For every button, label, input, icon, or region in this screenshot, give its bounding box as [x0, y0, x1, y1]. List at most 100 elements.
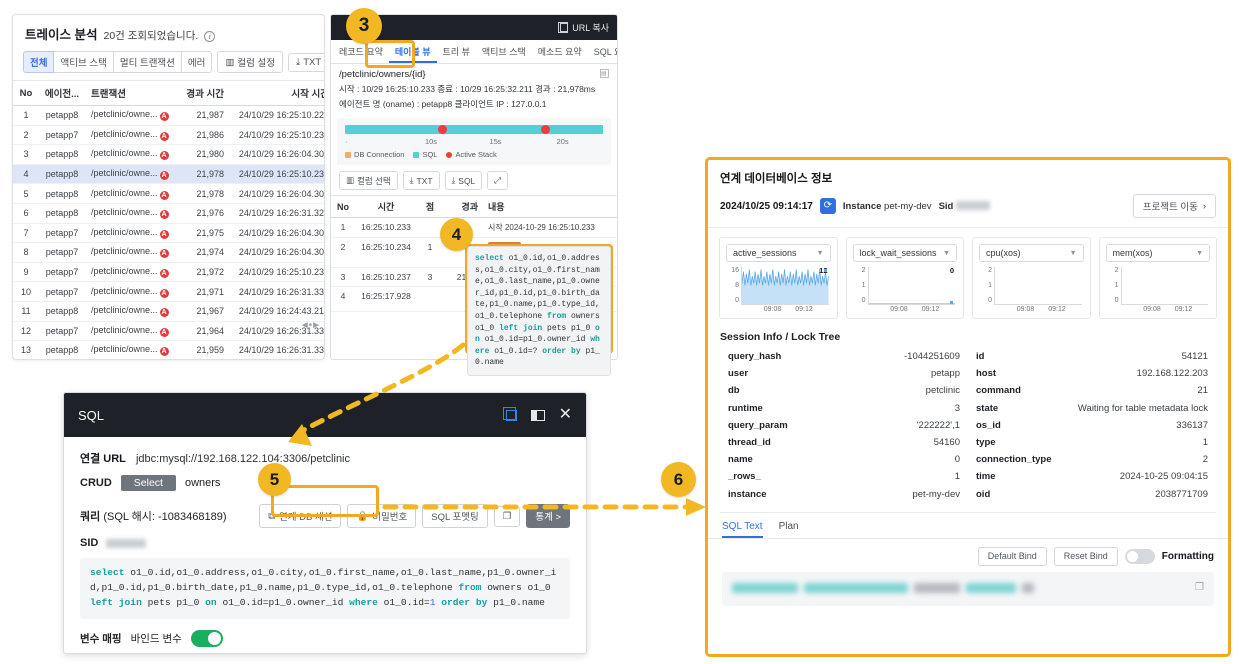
detail-export-txt-button[interactable]: ⤓ TXT — [402, 171, 440, 190]
error-icon[interactable]: A — [159, 288, 169, 298]
timeline-bar[interactable] — [345, 125, 603, 134]
table-row[interactable]: 5 petapp8/petclinic/owne... A 21,978 24/10/2… — [13, 183, 324, 204]
detail-tab-bar: 레코드 요약테이블 뷰트리 뷰액티브 스택메소드 요약SQL 요약HTTP Ca… — [331, 40, 617, 64]
detail-expand-button[interactable]: ⤢ — [487, 171, 509, 190]
error-icon[interactable]: A — [159, 327, 169, 337]
tab-1[interactable]: 테이블 뷰 — [388, 45, 437, 63]
metric-select-label: active_sessions — [733, 248, 797, 258]
error-icon[interactable]: A — [159, 171, 169, 181]
resize-handle-icon[interactable]: ◄•► — [300, 320, 321, 331]
export-txt-button[interactable]: ⤓ TXT — [288, 52, 324, 72]
table-row[interactable]: 7 petapp7/petclinic/owne... A 21,975 24/10/2… — [13, 223, 324, 244]
formatting-toggle[interactable] — [1124, 548, 1155, 564]
connection-url-row: 연결 URL jdbc:mysql://192.168.122.104:3306… — [80, 450, 570, 466]
statistics-button[interactable]: 통계 > — [526, 504, 570, 528]
filter-multi-transaction[interactable]: 멀티 트랜잭션 — [112, 51, 182, 73]
query-row: 쿼리 (SQL 해시: -1083468189) ⧉ 연계 DB 세션 🔒 비밀… — [80, 504, 570, 528]
cell-start-time: 24/10/29 16:26:31.328 — [228, 203, 324, 224]
metric-select-1[interactable]: lock_wait_sessions ▼ — [852, 244, 957, 262]
th-transaction[interactable]: 트랜잭션 — [85, 80, 180, 106]
error-icon[interactable]: A — [159, 131, 169, 141]
info-icon[interactable]: i — [204, 31, 216, 42]
duplicate-icon[interactable] — [503, 407, 517, 421]
copy-icon[interactable]: ❐ — [1195, 582, 1204, 593]
sql-modal-titlebar: SQL ✕ — [64, 393, 586, 437]
session-info-row: state Waiting for table metadata lock — [968, 400, 1216, 417]
error-icon[interactable]: A — [159, 190, 169, 200]
filter-all[interactable]: 전체 — [23, 51, 55, 73]
db-timestamp: 2024/10/25 09:14:17 — [720, 200, 813, 212]
error-icon[interactable]: A — [159, 308, 169, 318]
plot-area — [867, 267, 955, 305]
chart-icon[interactable]: ▤ — [600, 69, 609, 78]
th-elapsed[interactable]: 경과 시간 — [180, 80, 228, 106]
table-row[interactable]: 13 petapp8/petclinic/owne... A 21,959 24/10/… — [13, 340, 324, 359]
tab-sql-text[interactable]: SQL Text — [722, 521, 763, 538]
default-bind-button[interactable]: Default Bind — [977, 546, 1047, 566]
session-info-row: connection_type 2 — [968, 451, 1216, 468]
metric-select-0[interactable]: active_sessions ▼ — [726, 244, 831, 262]
th-no[interactable]: No — [13, 80, 39, 106]
filter-error[interactable]: 에러 — [180, 51, 213, 73]
detail-export-sql-button[interactable]: ⤓ SQL — [444, 171, 483, 190]
session-info-right-column: id 54121 host 192.168.122.203 command 21 state… — [968, 348, 1216, 503]
table-row[interactable]: 11 petapp8/petclinic/owne... A 21,967 24/10/… — [13, 301, 324, 322]
session-info-row: thread_id 54160 — [720, 434, 968, 451]
x-tick: 09:08 — [890, 306, 908, 313]
error-icon[interactable]: A — [159, 112, 169, 122]
timeline-active-stack-dot[interactable] — [541, 125, 551, 134]
error-icon[interactable]: A — [159, 347, 169, 357]
error-icon[interactable]: A — [159, 229, 169, 239]
session-info-row: host 192.168.122.203 — [968, 365, 1216, 382]
copy-sql-button[interactable]: ❐ — [493, 505, 521, 527]
session-value: 0 — [954, 454, 960, 466]
error-icon[interactable]: A — [159, 249, 169, 259]
filter-active-stack[interactable]: 액티브 스택 — [53, 51, 114, 73]
tab-plan[interactable]: Plan — [779, 521, 799, 538]
sid-label: SID — [80, 537, 99, 549]
tab-0[interactable]: 레코드 요약 — [333, 45, 389, 63]
tab-4[interactable]: 메소드 요약 — [532, 45, 588, 63]
refresh-icon[interactable]: ⟳ — [819, 198, 836, 214]
tab-5[interactable]: SQL 요약 — [588, 45, 617, 63]
x-tick: 09:12 — [921, 306, 940, 313]
linked-db-session-button[interactable]: ⧉ 연계 DB 세션 — [259, 504, 342, 528]
error-icon[interactable]: A — [159, 269, 169, 279]
list-item[interactable]: 1 16:25:10.233 시작 2024-10-29 16:25:10.233 — [331, 217, 617, 238]
close-icon[interactable]: ✕ — [559, 407, 572, 423]
tab-3[interactable]: 액티브 스택 — [476, 45, 532, 63]
timeline-active-stack-dot[interactable] — [437, 125, 447, 134]
sql-format-button[interactable]: SQL 포멧팅 — [422, 504, 488, 528]
table-row[interactable]: 6 petapp8/petclinic/owne... A 21,976 24/10/2… — [13, 203, 324, 224]
reset-bind-button[interactable]: Reset Bind — [1053, 546, 1118, 566]
table-row[interactable]: 12 petapp7/petclinic/owne... A 21,964 24/10/… — [13, 321, 324, 342]
detail-column-select-button[interactable]: ▥ 컬럼 선택 — [339, 171, 398, 190]
th-start-time[interactable]: 시작 시간 — [228, 80, 324, 106]
cell-transaction: /petclinic/owne... A — [85, 203, 180, 224]
error-icon[interactable]: A — [159, 210, 169, 220]
table-row[interactable]: 10 petapp7/petclinic/owne... A 21,971 24/10/… — [13, 281, 324, 302]
bind-variable-toggle[interactable] — [190, 629, 223, 647]
timeline-ticks: · 10s 15s 20s — [345, 137, 569, 146]
start-marker: 시작 2024-10-29 16:25:10.233 — [488, 223, 595, 232]
table-row[interactable]: 9 petapp7/petclinic/owne... A 21,972 24/10/2… — [13, 262, 324, 283]
th-agent[interactable]: 에이전... — [39, 80, 85, 106]
error-icon[interactable]: A — [159, 151, 169, 161]
metric-select-2[interactable]: cpu(xos) ▼ — [979, 244, 1084, 262]
cell-start-time: 24/10/29 16:26:31.339 — [228, 340, 324, 359]
password-button[interactable]: 🔒 비밀번호 — [347, 504, 417, 528]
split-view-icon[interactable] — [530, 409, 545, 421]
tab-2[interactable]: 트리 뷰 — [437, 45, 476, 63]
project-move-button[interactable]: 프로젝트 이동 › — [1132, 194, 1216, 218]
table-row[interactable]: 2 petapp7/petclinic/owne... A 21,986 24/10/2… — [13, 125, 324, 146]
table-row[interactable]: 3 petapp8/petclinic/owne... A 21,980 24/10/2… — [13, 144, 324, 165]
trace-table: No 에이전... 트랜잭션 경과 시간 시작 시간 종료 , 1petapp8… — [13, 80, 324, 359]
cell-elapsed: 21,978 — [180, 183, 228, 204]
table-row[interactable]: 1 petapp8/petclinic/owne... A 21,987 24/10/2… — [13, 105, 324, 126]
metric-select-3[interactable]: mem(xos) ▼ — [1105, 244, 1210, 262]
url-copy-button[interactable]: URL 복사 — [558, 21, 609, 34]
table-row[interactable]: 8 petapp7/petclinic/owne... A 21,974 24/10/2… — [13, 242, 324, 263]
column-setting-button[interactable]: ▥ 컬럼 설정 — [217, 51, 283, 73]
table-row[interactable]: 4 petapp8/petclinic/owne... A 21,978 24/10/2… — [13, 164, 324, 185]
linked-database-info-panel: 연계 데이터베이스 정보 2024/10/25 09:14:17 ⟳ Insta… — [705, 157, 1231, 657]
